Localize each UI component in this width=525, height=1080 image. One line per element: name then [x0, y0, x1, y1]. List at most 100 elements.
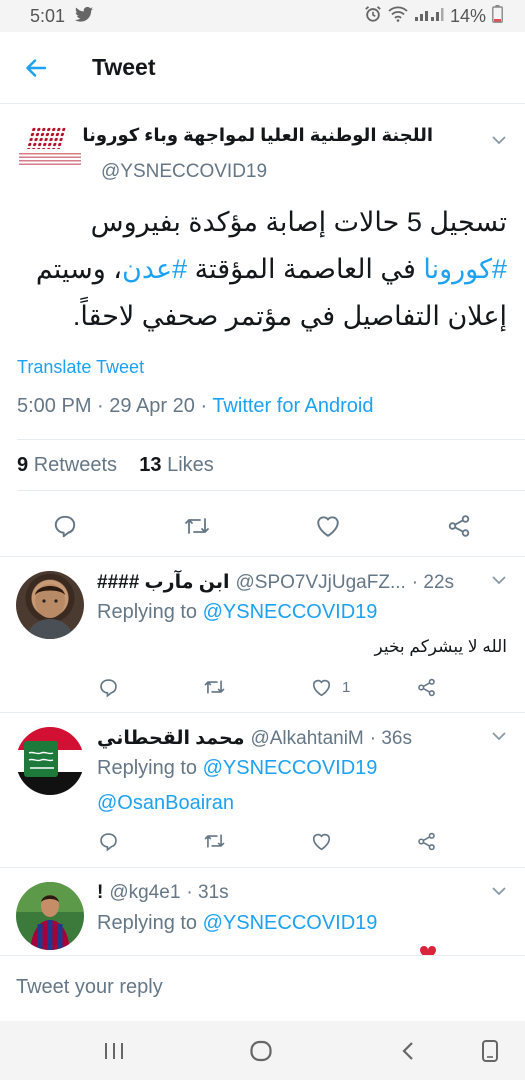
recent-apps-icon: [105, 1043, 123, 1059]
reply-menu-button[interactable]: [491, 573, 507, 591]
author-name[interactable]: اللجنة الوطنية العليا لمواجهة وباء كورون…: [82, 125, 433, 146]
reply-item[interactable]: ابن مآرب #### @SPO7VJjUgaFZ... · 22s Rep…: [0, 556, 525, 712]
tweet-text-line: #كورونا في العاصمة المؤقتة #عدن، وسيتم: [12, 246, 507, 293]
tweet-text-line: إعلان التفاصيل في مؤتمر صحفي لاحقاً.: [72, 301, 507, 331]
reply-time: · 36s: [369, 728, 412, 749]
reply-handle[interactable]: @AlkahtaniM: [250, 728, 363, 750]
reply-item[interactable]: ! @kg4e1 · 31s Replying to @YSNECCOVID19: [0, 867, 525, 955]
alarm-icon: [364, 5, 382, 27]
share-button[interactable]: [439, 506, 479, 546]
replying-to: Replying to @YSNECCOVID19: [97, 601, 377, 624]
tweet-actions: [0, 506, 525, 546]
likes-count: 13: [139, 454, 162, 476]
reply-like-button[interactable]: 1: [311, 671, 350, 703]
reply-retweet-button[interactable]: [203, 671, 226, 703]
chevron-down-icon: [492, 576, 506, 585]
retweet-icon: [204, 680, 225, 694]
reply-reply-button[interactable]: [98, 825, 119, 857]
author-handle[interactable]: @YSNECCOVID19: [101, 161, 267, 183]
reply-handle[interactable]: @kg4e1: [109, 882, 180, 904]
reply-mention-link[interactable]: @OsanBoairan: [97, 792, 234, 815]
hashtag-aden[interactable]: #عدن: [122, 254, 187, 284]
retweets-stat[interactable]: 9 Retweets: [17, 454, 117, 476]
replying-to-mention[interactable]: @YSNECCOVID19: [203, 757, 378, 779]
reply-icon: [100, 832, 117, 852]
back-chevron-icon: [402, 1042, 413, 1060]
reply-input[interactable]: [16, 976, 506, 999]
tweet-text-fragment: في العاصمة المؤقتة: [187, 254, 424, 284]
reply-share-button[interactable]: [416, 825, 437, 857]
reply-composer: [0, 955, 525, 1021]
translate-tweet-link[interactable]: Translate Tweet: [17, 357, 144, 378]
retweet-button[interactable]: [177, 506, 217, 546]
share-icon: [418, 678, 435, 696]
heart-icon: [312, 679, 331, 696]
tweet-source-link[interactable]: Twitter for Android: [212, 395, 373, 417]
status-bar: 5:01 14%: [0, 0, 525, 32]
reply-actions: 1: [0, 671, 525, 703]
home-icon: [250, 1040, 272, 1062]
tweet-text-line: تسجيل 5 حالات إصابة مؤكدة بفيروس: [90, 207, 507, 237]
heart-icon: [317, 516, 339, 537]
keyboard-toggle-button[interactable]: [474, 1035, 506, 1067]
reply-item[interactable]: محمد القحطاني @AlkahtaniM · 36s Replying…: [0, 712, 525, 867]
retweets-count: 9: [17, 454, 29, 476]
wifi-icon: [388, 6, 408, 26]
author-avatar-logo[interactable]: [17, 127, 83, 167]
replying-label: Replying to: [97, 912, 198, 934]
app-header: Tweet: [0, 32, 525, 104]
reply-text: الله لا يبشركم بخير: [374, 637, 507, 656]
tweet-menu-button[interactable]: [491, 133, 507, 151]
replying-label: Replying to: [97, 757, 198, 779]
reply-avatar[interactable]: [16, 571, 84, 639]
reply-avatar[interactable]: [16, 727, 84, 795]
meta-separator: ·: [97, 395, 110, 417]
reply-button[interactable]: [45, 506, 85, 546]
reply-icon: [54, 515, 76, 538]
tweet-stats: 9 Retweets 13 Likes: [17, 454, 214, 477]
replying-label: Replying to: [97, 601, 198, 623]
heart-icon: [312, 833, 331, 850]
reply-icon: [100, 678, 117, 698]
reply-reply-button[interactable]: [98, 671, 119, 703]
phone-outline-icon: [482, 1040, 498, 1062]
reply-share-button[interactable]: [416, 671, 437, 703]
back-button[interactable]: [16, 48, 56, 88]
replying-to-mention[interactable]: @YSNECCOVID19: [203, 601, 378, 623]
page-title: Tweet: [92, 54, 156, 80]
reply-header: محمد القحطاني @AlkahtaniM · 36s: [97, 727, 412, 750]
share-icon: [448, 515, 470, 537]
reply-like-button[interactable]: [311, 825, 332, 857]
tweet-time: 5:00 PM: [17, 395, 92, 417]
retweet-icon: [204, 834, 225, 848]
reply-like-count: 1: [342, 678, 351, 696]
divider: [17, 439, 525, 440]
reply-actions: [0, 825, 525, 857]
recent-apps-button[interactable]: [98, 1035, 130, 1067]
reply-retweet-button[interactable]: [203, 825, 226, 857]
reply-menu-button[interactable]: [491, 729, 507, 747]
reply-avatar[interactable]: [16, 882, 84, 950]
broken-heart-emoji-icon: [417, 946, 443, 955]
home-button[interactable]: [245, 1035, 277, 1067]
reply-menu-button[interactable]: [491, 884, 507, 902]
hashtag-corona[interactable]: #كورونا: [423, 254, 507, 284]
meta-separator: ·: [200, 395, 213, 417]
reply-author-name[interactable]: !: [97, 882, 103, 904]
status-time: 5:01: [30, 5, 66, 26]
reply-handle[interactable]: @SPO7VJjUgaFZ...: [236, 572, 406, 594]
likes-label: Likes: [167, 454, 214, 476]
retweet-icon: [185, 518, 209, 534]
replying-to-mention[interactable]: @YSNECCOVID19: [203, 912, 378, 934]
tweet-date: 29 Apr 20: [109, 395, 195, 417]
reply-author-name[interactable]: محمد القحطاني: [97, 727, 244, 750]
back-nav-button[interactable]: [392, 1035, 424, 1067]
like-button[interactable]: [308, 506, 348, 546]
chevron-down-icon: [492, 136, 506, 145]
tweet-meta: 5:00 PM · 29 Apr 20 · Twitter for Androi…: [17, 395, 374, 418]
back-arrow-icon: [26, 58, 47, 77]
replying-to: Replying to @YSNECCOVID19: [97, 912, 377, 935]
chevron-down-icon: [492, 887, 506, 896]
reply-author-name[interactable]: ابن مآرب ####: [97, 571, 230, 594]
likes-stat[interactable]: 13 Likes: [139, 454, 214, 476]
